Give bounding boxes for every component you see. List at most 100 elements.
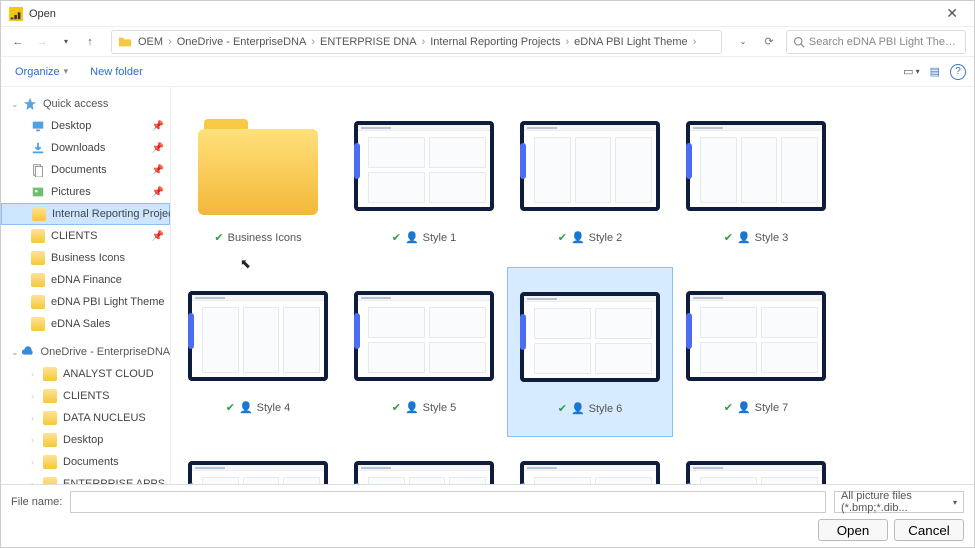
file-name-input[interactable] [70, 491, 826, 513]
crumb[interactable]: eDNA PBI Light Theme [574, 36, 688, 48]
sidebar-quick-access[interactable]: ⌄Quick access [1, 93, 170, 115]
folder-icon [43, 455, 57, 469]
file-tile[interactable]: ✔👤Style 10 [507, 437, 673, 484]
image-thumbnail [188, 461, 328, 484]
file-tile[interactable]: ✔👤Style 9 [341, 437, 507, 484]
shared-icon: 👤 [571, 402, 585, 415]
filter-text: All picture files (*.bmp;*.dib... [841, 490, 953, 514]
sidebar-item[interactable]: ›ANALYST CLOUD [1, 363, 170, 385]
crumb[interactable]: ENTERPRISE DNA [320, 36, 417, 48]
sidebar-onedrive[interactable]: ⌄OneDrive - EnterpriseDNA [1, 341, 170, 363]
image-thumbnail [686, 291, 826, 381]
sidebar-item[interactable]: ›ENTERPRISE APPS [1, 473, 170, 484]
star-icon [23, 97, 37, 111]
crumb[interactable]: OEM [138, 36, 163, 48]
file-tile[interactable]: ✔ 👤 Style 1 [341, 97, 507, 267]
file-type-filter[interactable]: All picture files (*.bmp;*.dib...▾ [834, 491, 964, 513]
file-tile[interactable]: ✔👤Style 4 [175, 267, 341, 437]
sidebar-item[interactable]: Business Icons [1, 247, 170, 269]
image-thumbnail [520, 121, 660, 211]
folder-icon [43, 411, 57, 425]
forward-button[interactable]: → [33, 33, 51, 51]
shared-icon: 👤 [405, 401, 419, 414]
folder-icon [31, 251, 45, 265]
file-tile[interactable]: ✔👤Style 6 [507, 267, 673, 437]
crumb[interactable]: Internal Reporting Projects [430, 36, 560, 48]
file-grid: ✔Business Icons✔👤Style 1✔👤Style 2✔👤Style… [175, 97, 970, 484]
image-thumbnail [188, 291, 328, 381]
pin-icon: 📌 [152, 231, 164, 242]
sync-status-icon: ✔ [392, 231, 401, 244]
file-tile[interactable]: ✔👤Style 7 [673, 267, 839, 437]
sync-status-icon: ✔ [724, 401, 733, 414]
file-tile[interactable]: ✔👤Style 8 [175, 437, 341, 484]
folder-icon [43, 389, 57, 403]
documents-icon [31, 163, 45, 177]
shared-icon: 👤 [405, 231, 419, 244]
sidebar-item[interactable]: CLIENTS📌 [1, 225, 170, 247]
cancel-button[interactable]: Cancel [894, 519, 964, 541]
shared-icon: 👤 [571, 231, 585, 244]
back-button[interactable]: ← [9, 33, 27, 51]
preview-pane-button[interactable]: ▤ [930, 65, 940, 78]
folder-icon [118, 35, 132, 49]
sidebar-item[interactable]: Downloads📌 [1, 137, 170, 159]
pin-icon: 📌 [152, 143, 164, 154]
file-grid-pane[interactable]: ✔Business Icons✔👤Style 1✔👤Style 2✔👤Style… [171, 87, 974, 484]
sidebar-item[interactable]: ›Documents [1, 451, 170, 473]
search-icon [793, 36, 805, 48]
up-button[interactable]: ↑ [81, 33, 99, 51]
image-thumbnail [354, 291, 494, 381]
shared-icon: 👤 [737, 231, 751, 244]
pictures-icon [31, 185, 45, 199]
sidebar-item[interactable]: Pictures📌 [1, 181, 170, 203]
file-tile[interactable]: ✔ 👤 Style 3 [673, 97, 839, 267]
sync-status-icon: ✔ [724, 231, 733, 244]
organize-button[interactable]: Organize [9, 64, 74, 80]
sidebar-item[interactable]: Desktop📌 [1, 115, 170, 137]
nav-sidebar: ⌄Quick accessDesktop📌Downloads📌Documents… [1, 87, 171, 484]
file-tile[interactable]: ✔Business Icons [175, 97, 341, 267]
search-placeholder: Search eDNA PBI Light Theme [809, 36, 959, 48]
breadcrumb-bar[interactable]: OEM› OneDrive - EnterpriseDNA› ENTERPRIS… [111, 30, 722, 54]
folder-thumbnail [198, 117, 318, 215]
view-mode-button[interactable]: ▭ ▾ [903, 65, 919, 78]
sidebar-item[interactable]: ›CLIENTS [1, 385, 170, 407]
close-button[interactable]: ✕ [938, 3, 966, 24]
folder-icon [43, 367, 57, 381]
recent-dropdown[interactable]: ▾ [57, 33, 75, 51]
crumb[interactable]: OneDrive - EnterpriseDNA [177, 36, 307, 48]
sync-status-icon: ✔ [558, 231, 567, 244]
file-name-label: File name: [11, 496, 62, 508]
refresh-button[interactable]: ⟳ [758, 31, 780, 53]
sidebar-item[interactable]: Documents📌 [1, 159, 170, 181]
sidebar-item[interactable]: eDNA Finance [1, 269, 170, 291]
open-button[interactable]: Open [818, 519, 888, 541]
file-tile[interactable]: ✔👤Style 5 [341, 267, 507, 437]
sidebar-item[interactable]: ›DATA NUCLEUS [1, 407, 170, 429]
bottom-bar: File name: All picture files (*.bmp;*.di… [1, 484, 974, 547]
sidebar-item[interactable]: ›Desktop [1, 429, 170, 451]
sidebar-item[interactable]: Internal Reporting Projects📌 [1, 203, 170, 225]
toolbar: Organize New folder ▭ ▾ ▤ ? [1, 57, 974, 87]
file-name: Style 4 [257, 402, 291, 414]
sidebar-item[interactable]: eDNA PBI Light Theme [1, 291, 170, 313]
file-tile[interactable]: ✔👤Style 2 [507, 97, 673, 267]
image-thumbnail [520, 461, 660, 484]
image-thumbnail [354, 461, 494, 484]
view-buttons: ▭ ▾ ▤ ? [903, 64, 966, 80]
file-name: Style 3 [755, 232, 789, 244]
new-folder-button[interactable]: New folder [84, 64, 149, 80]
file-name: Style 1 [423, 232, 457, 244]
title-bar: Open ✕ [1, 1, 974, 27]
help-button[interactable]: ? [950, 64, 966, 80]
search-input[interactable]: Search eDNA PBI Light Theme [786, 30, 966, 54]
sidebar-item[interactable]: eDNA Sales [1, 313, 170, 335]
folder-icon [43, 477, 57, 484]
image-thumbnail [686, 121, 826, 211]
file-tile[interactable]: ✔👤Style 11 [673, 437, 839, 484]
cloud-icon [21, 345, 35, 359]
breadcrumb-dropdown[interactable]: ⌄ [734, 33, 752, 51]
folder-icon [32, 207, 46, 221]
download-icon [31, 141, 45, 155]
